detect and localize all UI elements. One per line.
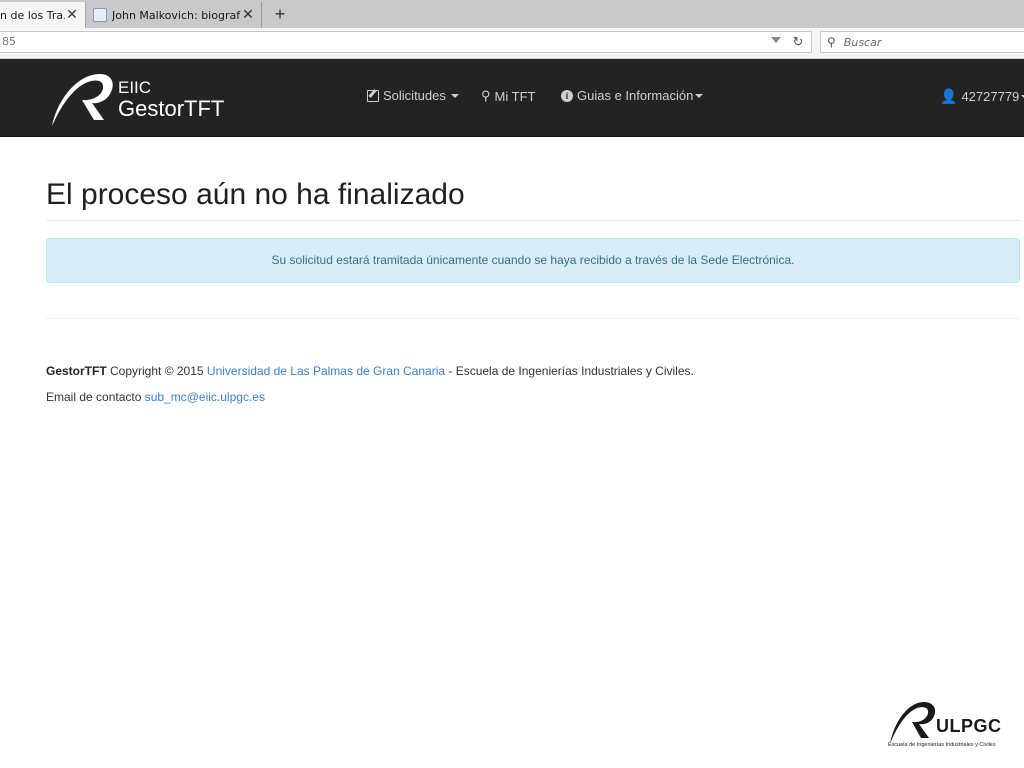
search-icon: ⚲ [481, 88, 491, 103]
brand-line2: GestorTFT [118, 96, 225, 121]
brand-line1: EIIC [118, 78, 152, 97]
eiic-swoosh-icon [52, 74, 113, 126]
favicon-icon [93, 8, 107, 22]
nav-guias-dropdown[interactable]: i Guias e Información [561, 88, 704, 103]
tab-title: n de los Tra... [0, 8, 65, 22]
ulpgc-subtitle: Escuela de Ingenierías Industriales y Ci… [888, 742, 996, 748]
close-icon[interactable]: ✕ [241, 7, 255, 23]
footer-copyright-text: Copyright © 2015 [106, 364, 207, 378]
nav-mi-tft[interactable]: ⚲ Mi TFT [481, 88, 535, 104]
caret-down-icon [450, 93, 459, 98]
browser-search-input[interactable] [841, 34, 1006, 50]
user-icon: 👤 [940, 88, 958, 104]
footer-school: Escuela de Ingenierías Industriales y Ci… [455, 364, 694, 378]
close-icon[interactable]: ✕ [65, 7, 79, 23]
info-alert: Su solicitud estará tramitada únicamente… [46, 238, 1020, 283]
browser-tab-bar: n de los Tra... ✕ John Malkovich: biogra… [0, 0, 1024, 28]
page-title: El proceso aún no ha finalizado [46, 178, 465, 211]
browser-tab-inactive[interactable]: John Malkovich: biografía ... ✕ [87, 2, 262, 28]
footer-brand: GestorTFT [46, 364, 107, 378]
nav-solicitudes-dropdown[interactable]: Solicitudes [367, 88, 459, 103]
ulpgc-logo: ULPGC Escuela de Ingenierías Industriale… [884, 694, 1014, 754]
caret-down-icon [695, 93, 704, 98]
user-id: 42727779 [961, 89, 1020, 104]
tab-title: John Malkovich: biografía ... [112, 8, 241, 22]
ulpgc-wordmark: ULPGC [936, 716, 1002, 736]
nav-label: Guias e Información [577, 88, 694, 103]
new-tab-button[interactable]: + [270, 3, 290, 25]
contact-email-link[interactable]: sub_mc@eiic.ulpgc.es [145, 390, 265, 404]
footer-copyright: GestorTFT Copyright © 2015 Universidad d… [46, 364, 694, 378]
browser-toolbar: 85 ↻ ⚲ [0, 28, 1024, 59]
edit-icon [367, 89, 379, 102]
contact-label: Email de contacto [46, 390, 145, 404]
nav-label: Mi TFT [494, 88, 536, 104]
footer-contact: Email de contacto sub_mc@eiic.ulpgc.es [46, 390, 265, 404]
search-icon: ⚲ [827, 35, 836, 49]
url-bar[interactable]: 85 [0, 31, 812, 53]
page-header: El proceso aún no ha finalizado [46, 176, 1020, 221]
nav-label: Solicitudes [383, 88, 446, 103]
footer-separator: - [445, 364, 456, 378]
footer-divider [46, 318, 1020, 319]
site-navbar: EIIC GestorTFT Solicitudes ⚲ Mi TFT i Gu… [0, 59, 1024, 137]
university-link[interactable]: Universidad de Las Palmas de Gran Canari… [207, 364, 445, 378]
url-history-dropdown-icon[interactable] [771, 37, 781, 43]
info-icon: i [561, 89, 573, 102]
ulpgc-swoosh-icon [890, 702, 936, 744]
brand-logo[interactable]: EIIC GestorTFT [48, 68, 248, 128]
browser-tab-active[interactable]: n de los Tra... ✕ [0, 2, 86, 28]
nav-user-dropdown[interactable]: 👤 42727779 [940, 88, 1024, 105]
reload-icon[interactable]: ↻ [789, 33, 807, 51]
browser-search-box[interactable]: ⚲ [820, 31, 1024, 53]
